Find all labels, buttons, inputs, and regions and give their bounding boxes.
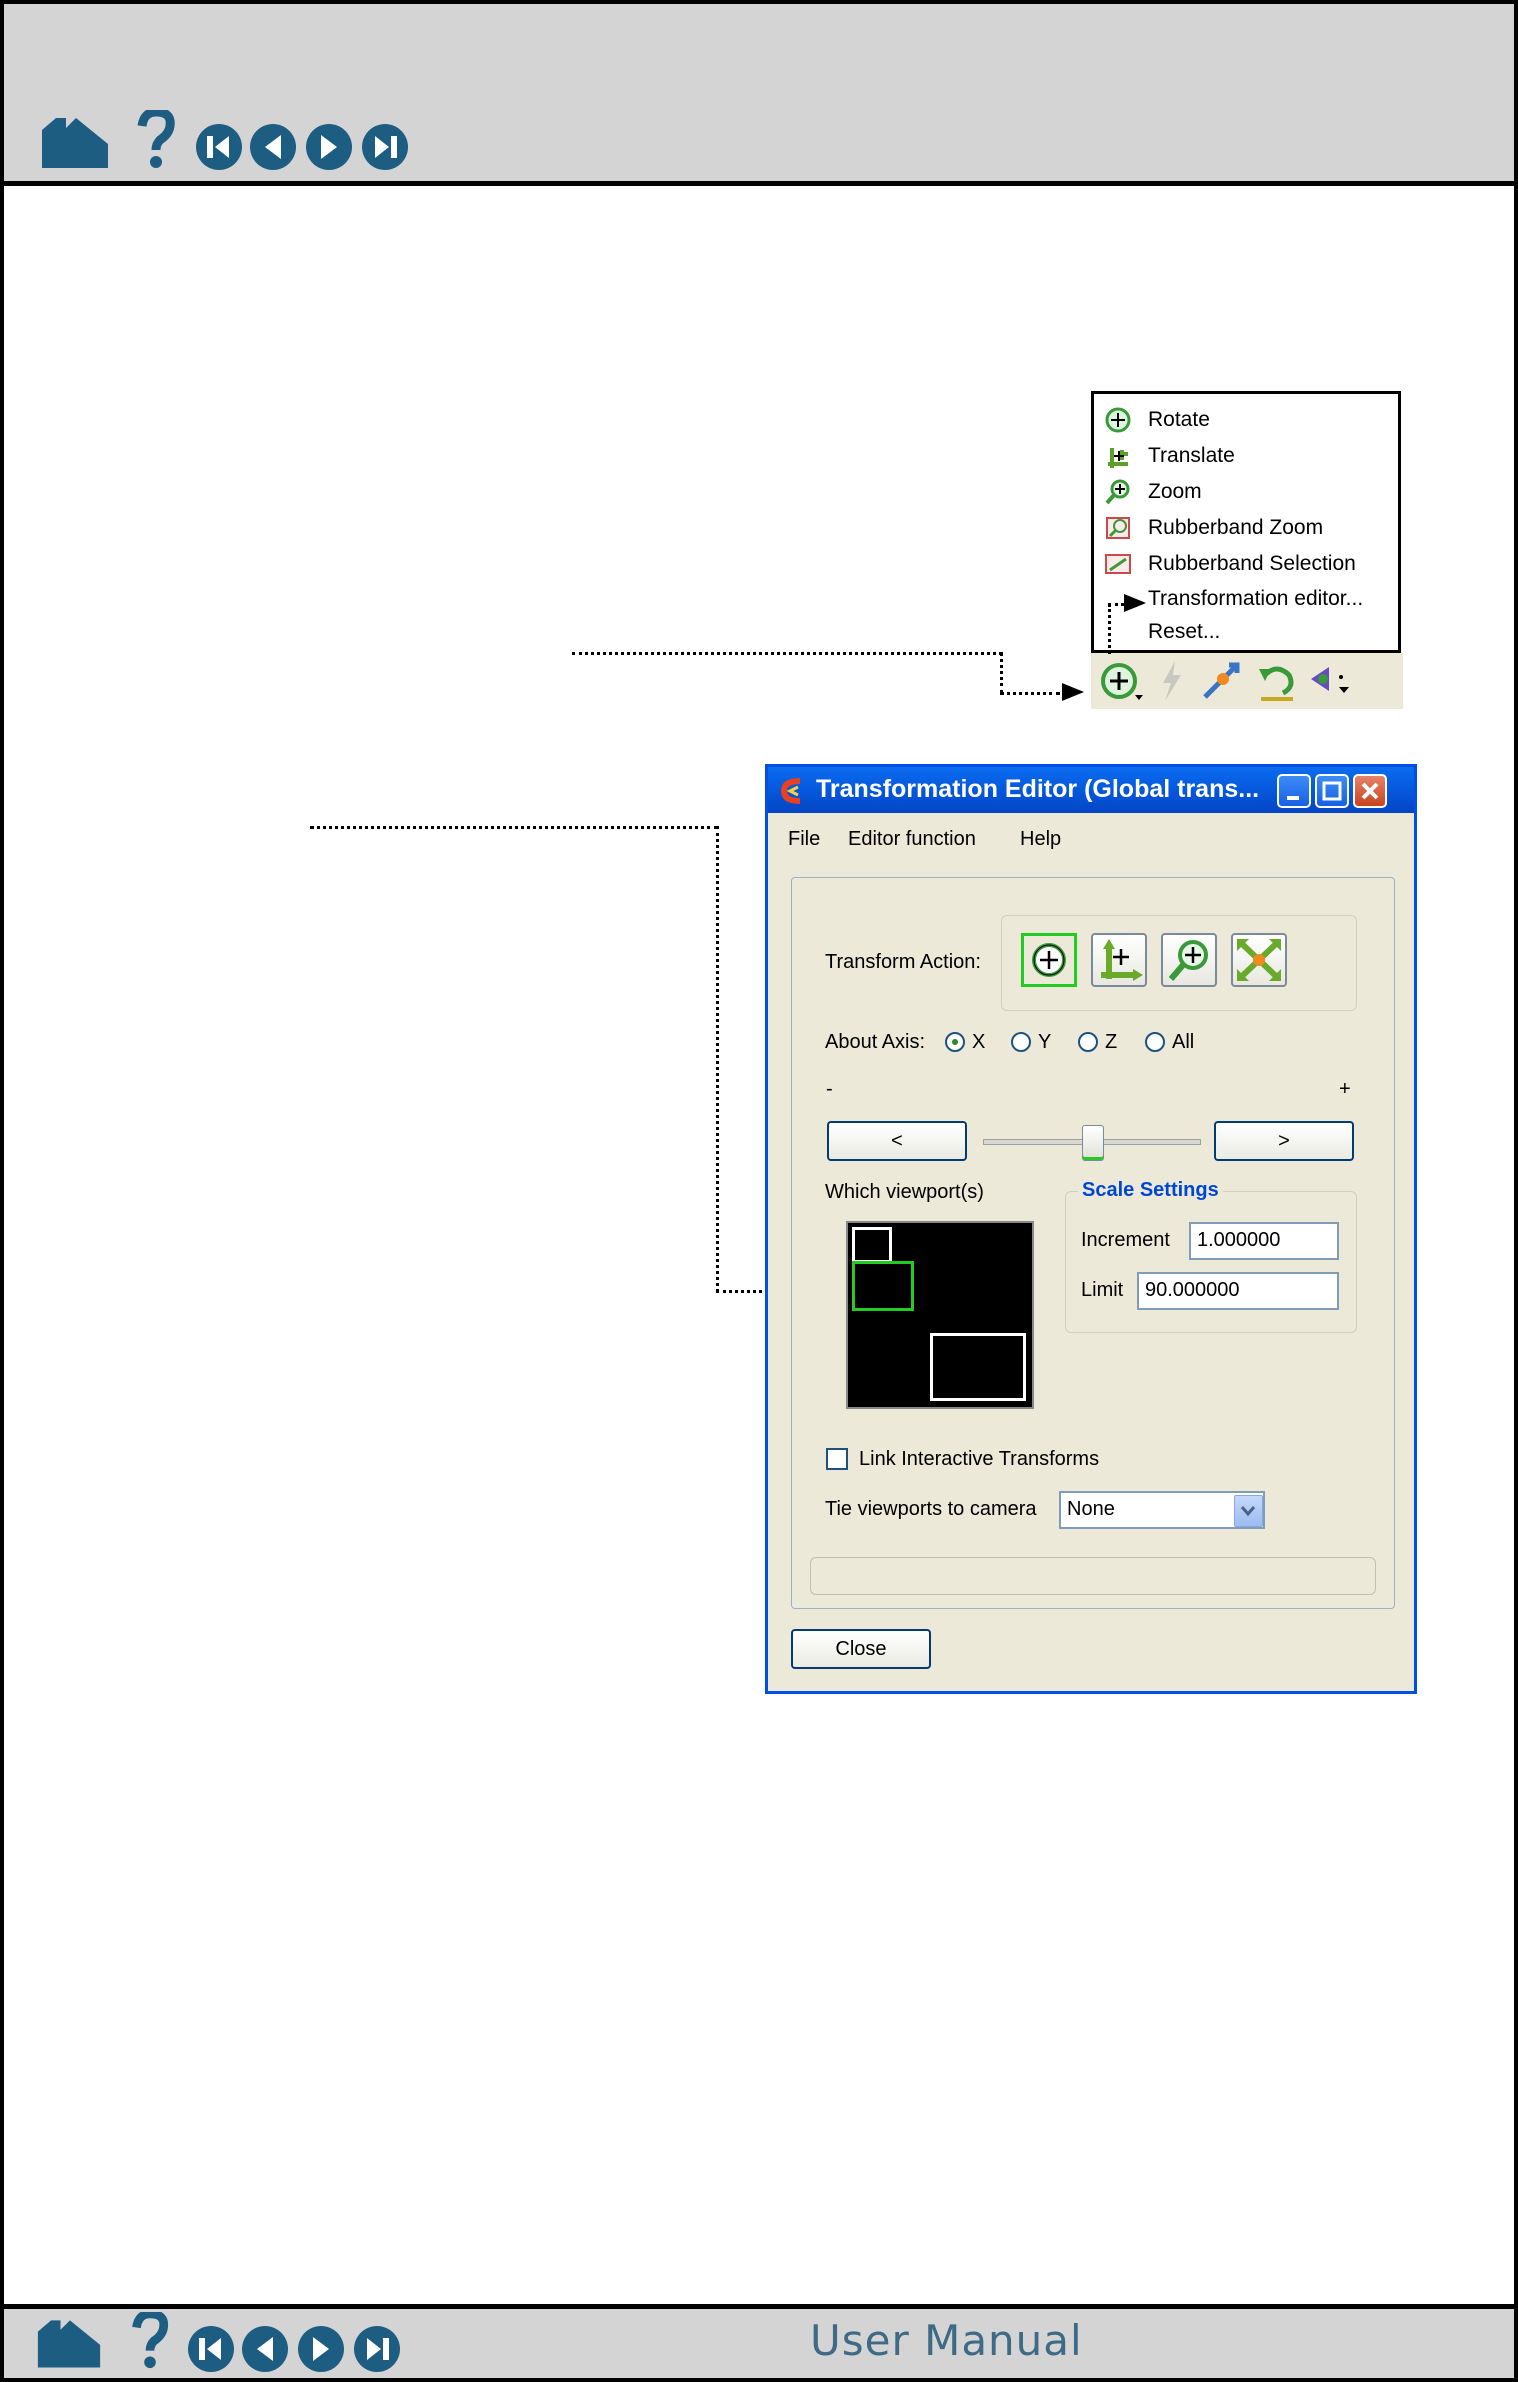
rubberband-selection-icon — [1104, 550, 1132, 578]
app-logo-icon — [778, 777, 806, 805]
menu-item-reset[interactable]: Reset... — [1148, 620, 1220, 644]
callout-line-viewport-vertical — [716, 826, 719, 1292]
last-page-icon[interactable] — [354, 2326, 400, 2372]
close-window-button[interactable] — [1353, 774, 1387, 808]
callout-line-menu — [572, 652, 1002, 655]
increment-button[interactable]: > — [1214, 1121, 1354, 1161]
slider-thumb[interactable] — [1082, 1125, 1104, 1161]
callout-line-editor-item-h — [1108, 603, 1124, 606]
plus-label: + — [1339, 1078, 1351, 1100]
translate-icon — [1104, 442, 1132, 470]
close-button[interactable]: Close — [791, 1629, 931, 1669]
viewport-map[interactable] — [846, 1221, 1034, 1409]
axis-all-label: All — [1172, 1031, 1195, 1053]
footer-title: User Manual — [810, 2316, 1083, 2365]
rubberband-zoom-icon — [1104, 514, 1132, 542]
link-transforms-label: Link Interactive Transforms — [859, 1448, 1100, 1470]
rotate-action-button[interactable] — [1021, 933, 1077, 987]
zoom-icon — [1104, 478, 1132, 506]
axis-x-radio[interactable] — [945, 1032, 965, 1052]
viewport-1[interactable] — [852, 1227, 892, 1263]
callout-line-menu-end — [1000, 692, 1060, 695]
viewport-3[interactable] — [930, 1333, 1026, 1401]
pick-icon[interactable] — [1199, 659, 1243, 703]
menu-item-transformation-editor[interactable]: Transformation editor... — [1148, 587, 1363, 611]
rotate-icon — [1104, 406, 1132, 434]
home-icon[interactable] — [40, 114, 110, 170]
window-title: Transformation Editor (Global trans... — [816, 775, 1260, 803]
menu-item-rotate[interactable]: Rotate — [1148, 408, 1210, 432]
zoom-action-button[interactable] — [1161, 933, 1217, 987]
fit-action-button[interactable] — [1231, 933, 1287, 987]
axis-z-radio[interactable] — [1078, 1032, 1098, 1052]
menu-editor-function[interactable]: Editor function — [848, 828, 976, 851]
lightning-icon[interactable] — [1157, 659, 1187, 703]
menu-item-rubberband-selection[interactable]: Rubberband Selection — [1148, 552, 1356, 576]
increment-label: Increment — [1081, 1229, 1170, 1251]
axis-y-radio[interactable] — [1011, 1032, 1031, 1052]
window-titlebar[interactable]: Transformation Editor (Global trans... — [768, 767, 1414, 813]
first-page-icon[interactable] — [196, 124, 242, 170]
home-icon[interactable] — [36, 2316, 102, 2370]
scale-settings-title: Scale Settings — [1078, 1179, 1223, 1202]
toolbar-strip — [1091, 653, 1403, 709]
menu-help[interactable]: Help — [1020, 828, 1061, 851]
transform-tool-button[interactable] — [1095, 657, 1145, 705]
help-icon[interactable] — [136, 107, 176, 170]
menu-file[interactable]: File — [788, 828, 820, 851]
callout-line-editor-item — [1108, 604, 1111, 654]
callout-arrow-menu — [1062, 683, 1084, 701]
limit-label: Limit — [1081, 1279, 1124, 1301]
status-bar — [810, 1557, 1376, 1595]
top-navigation-bar — [0, 0, 1518, 186]
view-direction-icon[interactable] — [1307, 659, 1357, 703]
next-page-icon[interactable] — [306, 124, 352, 170]
minus-label: - — [826, 1078, 833, 1100]
callout-line-menu-vertical — [1000, 652, 1003, 694]
decrement-button[interactable]: < — [827, 1121, 967, 1161]
chevron-down-icon[interactable] — [1234, 1495, 1263, 1527]
translate-action-button[interactable] — [1091, 933, 1147, 987]
minimize-button[interactable] — [1277, 774, 1311, 808]
axis-z-label: Z — [1105, 1031, 1118, 1053]
first-page-icon[interactable] — [188, 2326, 234, 2372]
menu-item-zoom[interactable]: Zoom — [1148, 480, 1202, 504]
previous-page-icon[interactable] — [250, 124, 296, 170]
viewport-2-selected[interactable] — [852, 1261, 914, 1311]
transformation-editor-window: Transformation Editor (Global trans... F… — [765, 764, 1417, 1694]
last-page-icon[interactable] — [362, 124, 408, 170]
axis-all-radio[interactable] — [1145, 1032, 1165, 1052]
axis-x-label: X — [972, 1031, 986, 1053]
callout-arrow-editor-item — [1124, 594, 1146, 612]
about-axis-label: About Axis: — [825, 1031, 926, 1053]
limit-field[interactable]: 90.000000 — [1137, 1272, 1339, 1310]
maximize-button[interactable] — [1315, 774, 1349, 808]
undo-view-icon[interactable] — [1255, 659, 1299, 703]
callout-line-viewport — [310, 826, 718, 829]
menu-item-rubberband-zoom[interactable]: Rubberband Zoom — [1148, 516, 1323, 540]
transform-action-label: Transform Action: — [825, 951, 981, 973]
previous-page-icon[interactable] — [242, 2326, 288, 2372]
scale-settings-group — [1065, 1191, 1357, 1333]
menu-item-translate[interactable]: Translate — [1148, 444, 1235, 468]
increment-field[interactable]: 1.000000 — [1189, 1222, 1339, 1260]
transform-popup-menu: Rotate Translate Zoom Rubberband Zoom Ru… — [1091, 391, 1401, 653]
tie-viewports-label: Tie viewports to camera — [825, 1498, 1037, 1520]
axis-y-label: Y — [1038, 1031, 1052, 1053]
help-icon[interactable] — [130, 2309, 170, 2370]
link-transforms-checkbox[interactable] — [826, 1448, 848, 1470]
next-page-icon[interactable] — [298, 2326, 344, 2372]
viewports-label: Which viewport(s) — [825, 1181, 984, 1203]
